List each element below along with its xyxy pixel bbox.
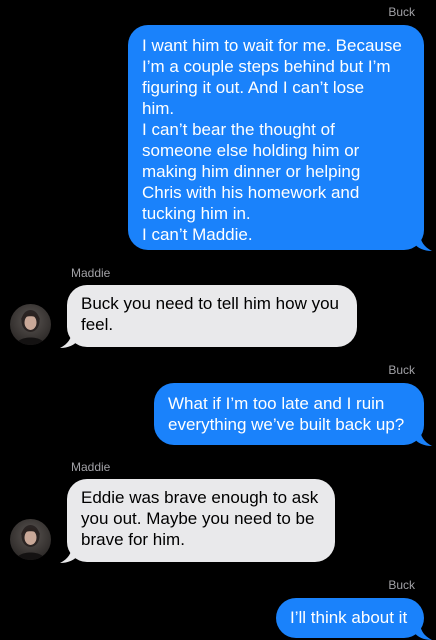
- bubble-tail-incoming: [60, 330, 78, 348]
- maddie-avatar[interactable]: [10, 304, 51, 345]
- message-bubble-incoming[interactable]: Eddie was brave enough to ask you out. M…: [67, 479, 335, 562]
- sender-name-buck: Buck: [388, 5, 415, 19]
- sender-name-buck: Buck: [388, 363, 415, 377]
- maddie-avatar[interactable]: [10, 519, 51, 560]
- bubble-tail-outgoing: [414, 622, 432, 640]
- avatar-photo-icon: [16, 310, 45, 345]
- sender-name-maddie: Maddie: [71, 460, 111, 474]
- message-bubble-incoming[interactable]: Buck you need to tell him how you feel.: [67, 285, 357, 347]
- sender-name-buck: Buck: [388, 578, 415, 592]
- sender-name-maddie: Maddie: [71, 266, 111, 280]
- message-bubble-outgoing[interactable]: I want him to wait for me. Because I’m a…: [128, 25, 424, 250]
- message-bubble-outgoing[interactable]: I’ll think about it: [276, 598, 424, 638]
- message-bubble-outgoing[interactable]: What if I’m too late and I ruin everythi…: [154, 383, 424, 445]
- avatar-photo-icon: [16, 525, 45, 560]
- bubble-tail-incoming: [60, 545, 78, 563]
- bubble-tail-outgoing: [414, 428, 432, 446]
- bubble-tail-outgoing: [414, 233, 432, 251]
